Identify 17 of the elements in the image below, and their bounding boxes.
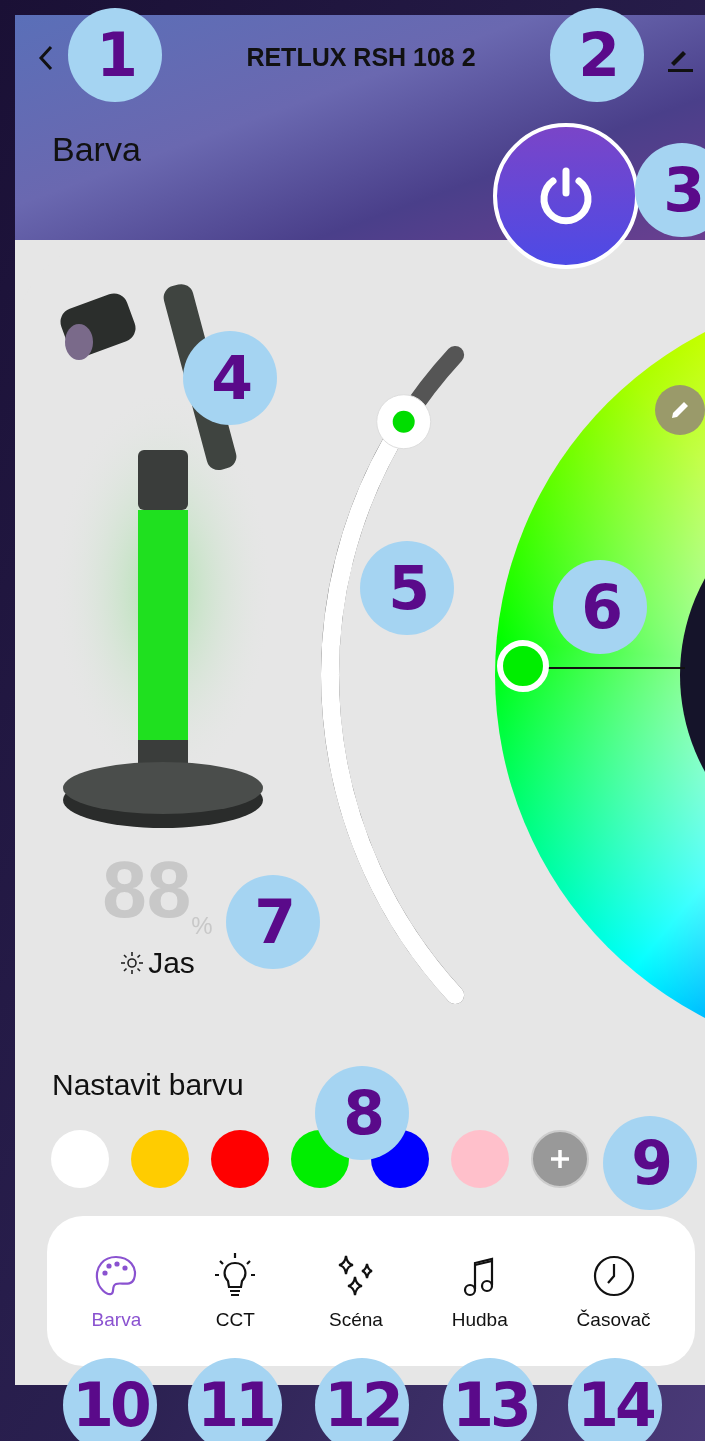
nav-tab[interactable]: Hudba xyxy=(451,1251,508,1331)
brightness-label: Jas xyxy=(148,946,195,980)
percent-unit: % xyxy=(191,912,213,940)
sun-icon xyxy=(120,951,145,975)
nav-tab[interactable]: CCT xyxy=(210,1251,261,1331)
nav-tab[interactable]: Scéna xyxy=(329,1251,383,1331)
color-swatch[interactable] xyxy=(211,1130,269,1188)
nav-tab[interactable]: Barva xyxy=(91,1251,142,1331)
pencil-icon[interactable] xyxy=(655,385,705,435)
brightness-thumb[interactable] xyxy=(376,394,432,450)
nav-tab[interactable]: Časovač xyxy=(576,1251,651,1331)
device-title: RETLUX RSH 108 2 xyxy=(246,43,476,72)
color-picker-thumb[interactable] xyxy=(497,640,549,692)
mode-title: Barva xyxy=(52,130,142,169)
color-swatch[interactable] xyxy=(131,1130,189,1188)
preset-title: Nastavit barvu xyxy=(52,1068,245,1102)
plus-icon xyxy=(548,1147,572,1171)
